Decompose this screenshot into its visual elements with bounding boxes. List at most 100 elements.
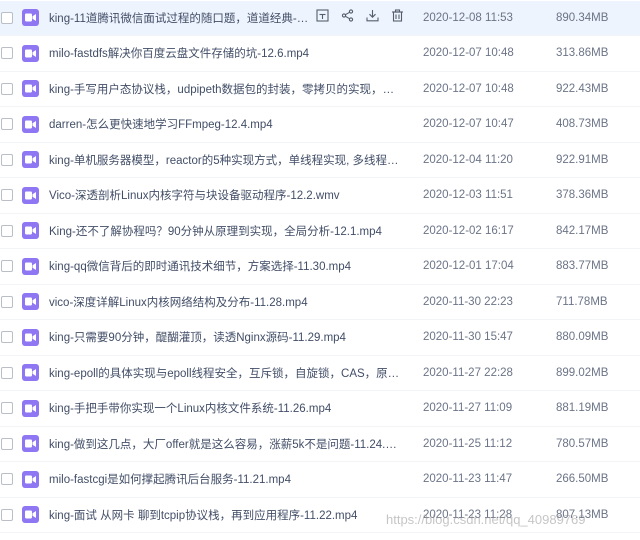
row-checkbox[interactable] [1,82,13,95]
file-row[interactable]: king-面试 从网卡 聊到tcpip协议栈，再到应用程序-11.22.mp4 2… [0,498,640,533]
row-checkbox[interactable] [1,402,13,415]
video-icon [22,470,39,488]
file-modified-date: 2020-11-23 11:28 [423,508,513,521]
share-button[interactable] [339,9,355,27]
video-icon [22,506,39,524]
file-list: king-11道腾讯微信面试过程的随口题，道道经典-12.6.mp4 2020-1… [0,0,640,540]
file-size: 266.50MB [556,473,609,486]
file-row[interactable]: milo-fastdfs解决你百度云盘文件存储的坑-12.6.mp4 2020-1… [0,36,640,72]
file-name-link[interactable]: milo-fastdfs解决你百度云盘文件存储的坑-12.6.mp4 [49,45,401,61]
file-size: 922.91MB [556,153,609,166]
row-checkbox[interactable] [1,260,13,273]
video-icon [22,80,39,98]
row-checkbox[interactable] [1,224,13,237]
file-modified-date: 2020-11-27 11:09 [423,402,513,415]
file-modified-date: 2020-12-03 11:51 [423,189,513,202]
file-name-link[interactable]: king-手写用户态协议栈，udpipeth数据包的封装，零拷贝的实现，柔性的实… [49,81,401,97]
file-row[interactable]: Vico-深透剖析Linux内核字符与块设备驱动程序-12.2.wmv 2020-… [0,178,640,214]
file-name-link[interactable]: king-单机服务器模型，reactor的5种实现方式，单线程实现, 多线程实现… [49,152,401,168]
file-size: 313.86MB [556,47,609,60]
file-modified-date: 2020-11-30 22:23 [423,295,513,308]
file-row[interactable]: king-单机服务器模型，reactor的5种实现方式，单线程实现, 多线程实现… [0,143,640,178]
file-size: 890.34MB [556,11,609,24]
video-icon [22,151,39,169]
video-icon [22,257,39,275]
file-row[interactable]: darren-怎么更快速地学习FFmpeg-12.4.mp4 2020-12-07… [0,107,640,143]
file-name-link[interactable]: king-做到这几点，大厂offer就是这么容易，涨薪5k不是问题-11.24.… [49,436,401,452]
file-row[interactable]: King-还不了解协程吗？90分钟从原理到实现，全局分析-12.1.mp4 202… [0,214,640,249]
file-modified-date: 2020-12-07 10:48 [423,82,514,95]
file-row[interactable]: milo-fastcgi是如何撑起腾讯后台服务-11.21.mp4 2020-11… [0,462,640,498]
file-size: 880.09MB [556,331,609,344]
file-name-link[interactable]: king-qq微信背后的即时通讯技术细节，方案选择-11.30.mp4 [49,258,401,274]
file-size: 881.19MB [556,402,609,415]
file-row[interactable]: king-手写用户态协议栈，udpipeth数据包的封装，零拷贝的实现，柔性的实… [0,72,640,107]
video-icon [22,9,39,27]
file-size: 408.73MB [556,118,609,131]
file-name-link[interactable]: milo-fastcgi是如何撑起腾讯后台服务-11.21.mp4 [49,471,401,487]
share-icon [341,9,354,27]
row-checkbox[interactable] [1,189,13,202]
file-size: 922.43MB [556,82,609,95]
file-modified-date: 2020-12-07 10:47 [423,118,514,131]
file-row[interactable]: king-epoll的具体实现与epoll线程安全，互斥锁，自旋锁，CAS，原子… [0,356,640,391]
file-modified-date: 2020-11-27 22:28 [423,366,513,379]
file-modified-date: 2020-12-07 10:48 [423,47,514,60]
file-name-link[interactable]: King-还不了解协程吗？90分钟从原理到实现，全局分析-12.1.mp4 [49,223,401,239]
download-button[interactable] [364,9,380,27]
row-checkbox[interactable] [1,11,13,24]
row-checkbox[interactable] [1,331,13,344]
file-name-link[interactable]: king-只需要90分钟，醍醐灌顶，读透Nginx源码-11.29.mp4 [49,329,401,345]
video-icon [22,222,39,240]
video-icon [22,399,39,417]
link-icon [315,9,329,27]
video-icon [22,293,39,311]
file-size: 378.36MB [556,189,609,202]
file-name-link[interactable]: king-手把手带你实现一个Linux内核文件系统-11.26.mp4 [49,400,401,416]
file-size: 842.17MB [556,224,609,237]
row-checkbox[interactable] [1,508,13,521]
file-modified-date: 2020-12-04 11:20 [423,153,513,166]
file-row[interactable]: king-做到这几点，大厂offer就是这么容易，涨薪5k不是问题-11.24.… [0,427,640,462]
file-modified-date: 2020-12-08 11:53 [423,11,513,24]
row-checkbox[interactable] [1,437,13,450]
file-modified-date: 2020-12-01 17:04 [423,260,514,273]
file-name-link[interactable]: darren-怎么更快速地学习FFmpeg-12.4.mp4 [49,116,401,132]
file-modified-date: 2020-11-23 11:47 [423,473,513,486]
file-name-link[interactable]: Vico-深透剖析Linux内核字符与块设备驱动程序-12.2.wmv [49,187,401,203]
row-checkbox[interactable] [1,473,13,486]
file-row[interactable]: king-11道腾讯微信面试过程的随口题，道道经典-12.6.mp4 2020-1… [0,0,640,36]
video-icon [22,328,39,346]
file-size: 807.13MB [556,508,609,521]
file-row[interactable]: king-手把手带你实现一个Linux内核文件系统-11.26.mp4 2020-… [0,391,640,427]
file-modified-date: 2020-11-30 15:47 [423,331,513,344]
row-checkbox[interactable] [1,118,13,131]
share-link-button[interactable] [314,9,330,27]
file-name-link[interactable]: king-面试 从网卡 聊到tcpip协议栈，再到应用程序-11.22.mp4 [49,507,401,523]
video-icon [22,364,39,382]
file-row[interactable]: king-qq微信背后的即时通讯技术细节，方案选择-11.30.mp4 2020-… [0,249,640,285]
file-modified-date: 2020-11-25 11:12 [423,437,513,450]
file-name-link[interactable]: king-epoll的具体实现与epoll线程安全，互斥锁，自旋锁，CAS，原子… [49,365,401,381]
file-modified-date: 2020-12-02 16:17 [423,224,514,237]
trash-icon [391,9,404,27]
row-checkbox[interactable] [1,153,13,166]
file-size: 883.77MB [556,260,609,273]
video-icon [22,435,39,453]
row-checkbox[interactable] [1,47,13,60]
file-name-link[interactable]: vico-深度详解Linux内核网络结构及分布-11.28.mp4 [49,294,401,310]
file-row[interactable]: vico-深度详解Linux内核网络结构及分布-11.28.mp4 2020-11… [0,285,640,320]
file-name-link[interactable]: king-11道腾讯微信面试过程的随口题，道道经典-12.6.mp4 [49,10,311,26]
row-checkbox[interactable] [1,366,13,379]
file-size: 899.02MB [556,366,609,379]
delete-button[interactable] [389,9,405,27]
row-checkbox[interactable] [1,295,13,308]
download-icon [365,9,379,27]
file-size: 780.57MB [556,437,609,450]
video-icon [22,44,39,62]
file-row[interactable]: king-只需要90分钟，醍醐灌顶，读透Nginx源码-11.29.mp4 202… [0,320,640,356]
video-icon [22,115,39,133]
row-actions [314,9,405,27]
file-size: 711.78MB [556,295,608,308]
video-icon [22,186,39,204]
